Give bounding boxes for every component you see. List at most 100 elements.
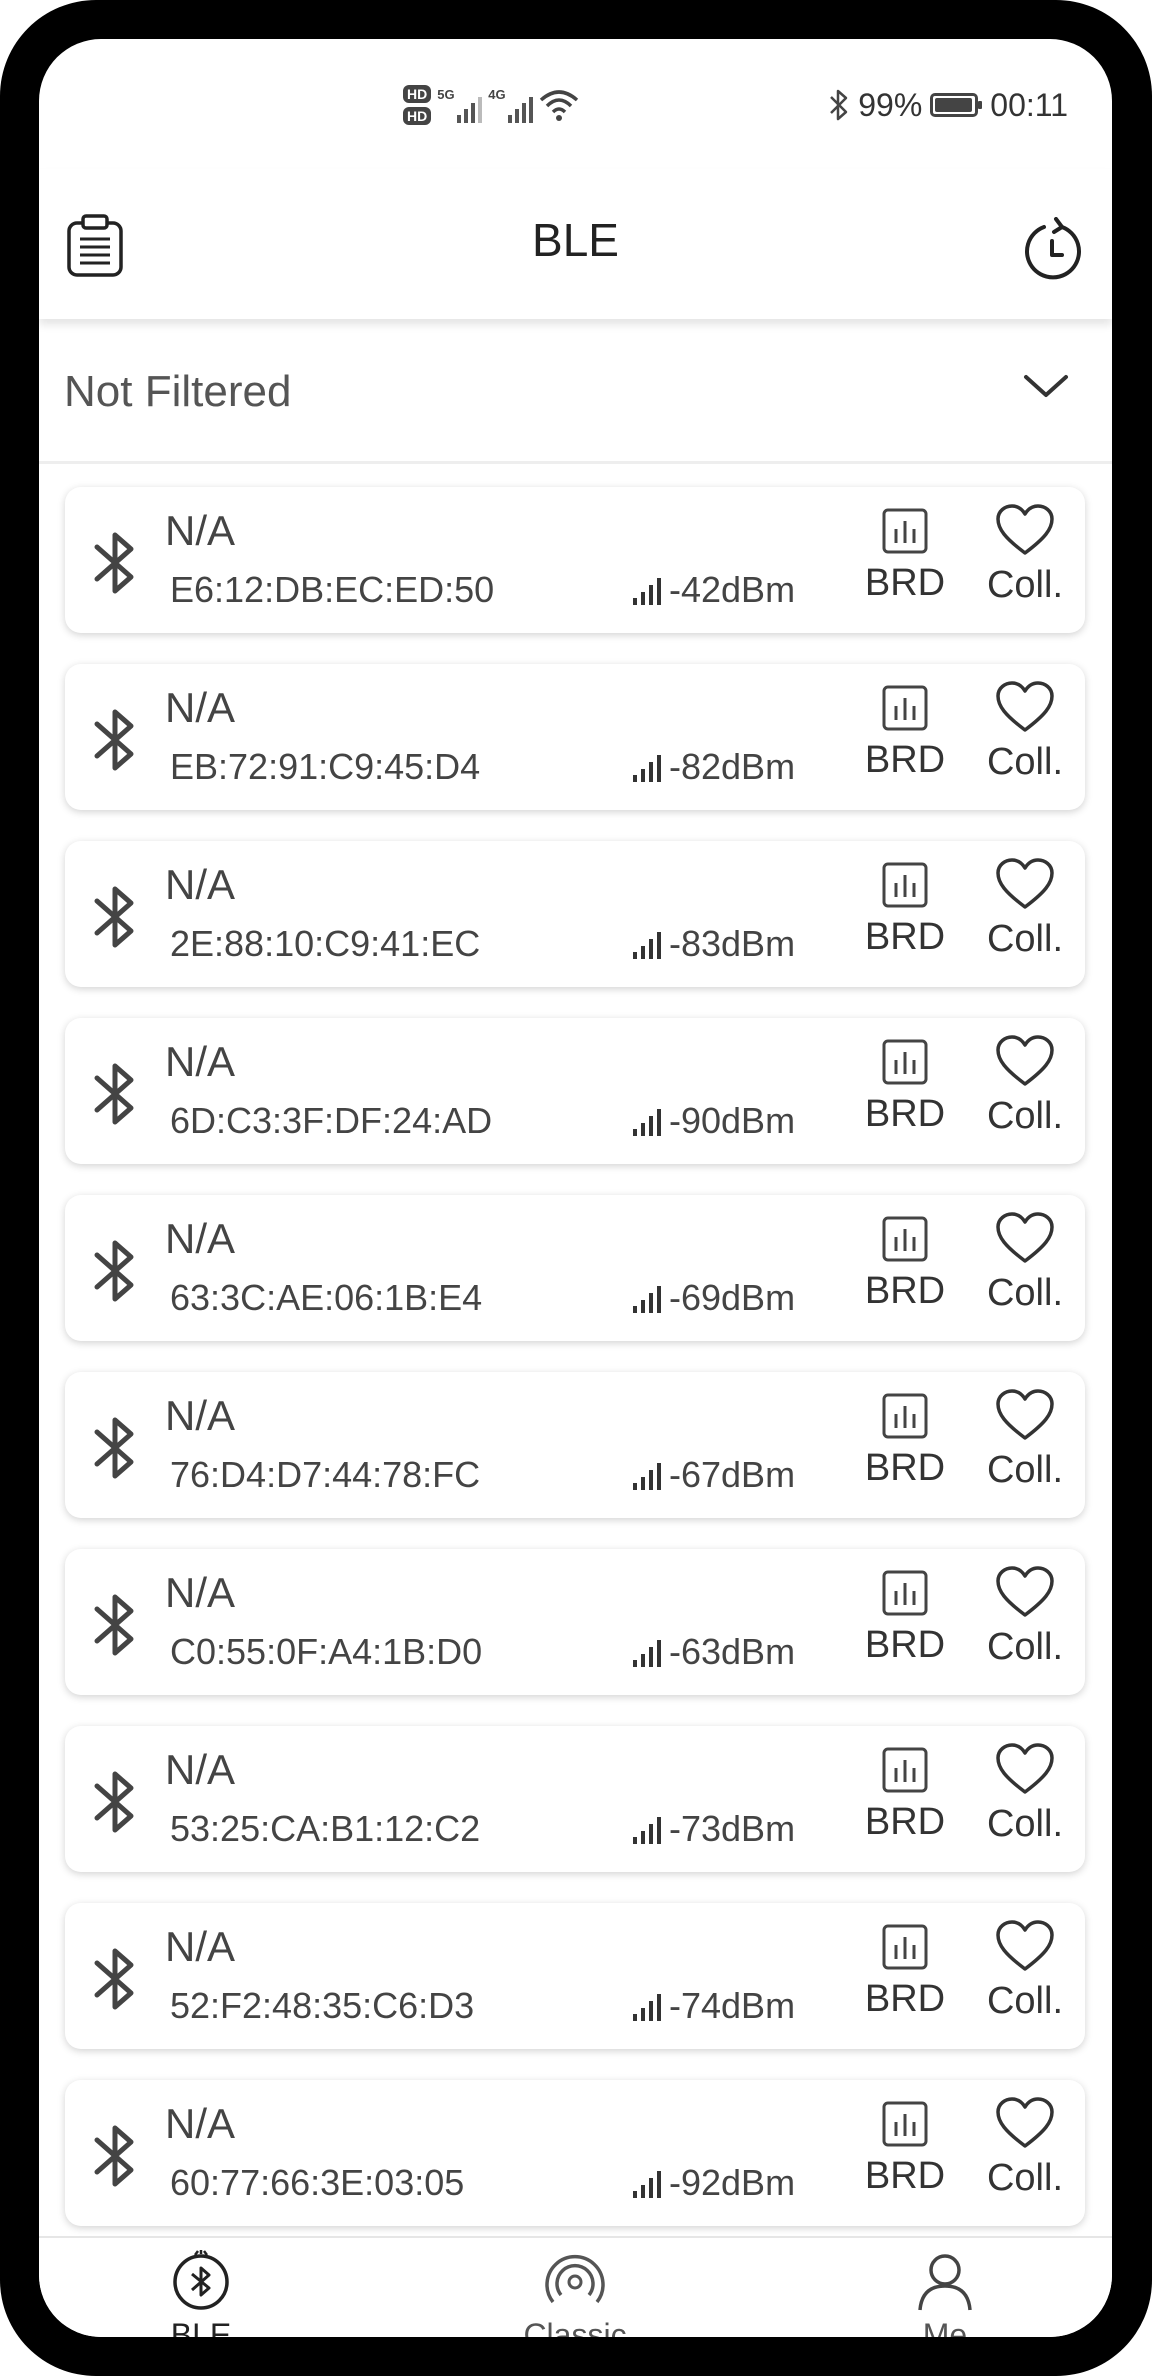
bluetooth-icon (91, 1768, 141, 1841)
broadcast-label: BRD (864, 1270, 946, 1312)
signal-icon (633, 1637, 661, 1667)
broadcast-button[interactable]: BRD (855, 1038, 955, 1148)
nav-item-me[interactable]: Me (865, 2250, 1025, 2337)
collect-button[interactable]: Coll. (975, 2096, 1075, 2210)
rssi-value: -92dBm (669, 2162, 796, 2203)
broadcast-button[interactable]: BRD (855, 507, 955, 617)
battery-percent: 99% (858, 86, 923, 123)
broadcast-label: BRD (864, 916, 946, 958)
device-card[interactable]: N/A 63:3C:AE:06:1B:E4 -69dBm BRD Coll. (65, 1195, 1085, 1341)
broadcast-label: BRD (864, 1978, 946, 2020)
hd1-badge: HD (403, 85, 432, 103)
broadcast-button[interactable]: BRD (855, 684, 955, 794)
heart-icon (996, 1212, 1054, 1263)
bar-chart-icon (882, 1570, 928, 1616)
bottom-nav: BLE Classic Me (39, 2236, 1112, 2337)
collect-button[interactable]: Coll. (975, 1388, 1075, 1502)
device-name: N/A (165, 1038, 236, 1085)
device-card[interactable]: N/A 60:77:66:3E:03:05 -92dBm BRD Coll. (65, 2080, 1085, 2226)
chevron-down-icon[interactable] (1022, 371, 1070, 406)
history-icon[interactable] (1022, 217, 1084, 288)
broadcast-button[interactable]: BRD (855, 1392, 955, 1502)
broadcast-button[interactable]: BRD (855, 1569, 955, 1679)
classic-signal-icon (545, 2255, 605, 2304)
heart-icon (996, 1035, 1054, 1086)
collect-label: Coll. (986, 1095, 1064, 1137)
collect-button[interactable]: Coll. (975, 1919, 1075, 2033)
bluetooth-icon (91, 1237, 141, 1310)
heart-icon (996, 1389, 1054, 1440)
signal-icon (633, 2168, 661, 2198)
app-header: BLE (39, 169, 1112, 319)
wifi-icon (540, 90, 579, 121)
bluetooth-icon (91, 706, 141, 779)
collect-button[interactable]: Coll. (975, 1211, 1075, 1325)
rssi-value: -42dBm (669, 569, 796, 610)
collect-button[interactable]: Coll. (975, 1742, 1075, 1856)
signal-5g-icon: 5G (437, 87, 483, 123)
page-title: BLE (532, 214, 619, 266)
broadcast-label: BRD (864, 1093, 946, 1135)
status-right: 99% 00:11 (828, 81, 1068, 129)
device-rssi: -83dBm (633, 923, 795, 965)
rssi-value: -69dBm (669, 1277, 796, 1318)
filter-dropdown[interactable]: Not Filtered (39, 319, 1112, 464)
device-card[interactable]: N/A 2E:88:10:C9:41:EC -83dBm BRD Coll. (65, 841, 1085, 987)
device-card[interactable]: N/A 76:D4:D7:44:78:FC -67dBm BRD Coll. (65, 1372, 1085, 1518)
device-card[interactable]: N/A 6D:C3:3F:DF:24:AD -90dBm BRD Coll. (65, 1018, 1085, 1164)
device-card[interactable]: N/A EB:72:91:C9:45:D4 -82dBm BRD Coll. (65, 664, 1085, 810)
device-card[interactable]: N/A C0:55:0F:A4:1B:D0 -63dBm BRD Coll. (65, 1549, 1085, 1695)
collect-button[interactable]: Coll. (975, 1565, 1075, 1679)
broadcast-label: BRD (864, 1801, 946, 1843)
device-rssi: -92dBm (633, 2162, 795, 2204)
device-mac: 52:F2:48:35:C6:D3 (170, 1985, 475, 2026)
signal-icon (633, 575, 661, 605)
collect-label: Coll. (986, 564, 1064, 606)
broadcast-button[interactable]: BRD (855, 2100, 955, 2210)
signal-icon (633, 1991, 661, 2021)
device-name: N/A (165, 1923, 236, 1970)
collect-label: Coll. (986, 1980, 1064, 2022)
bluetooth-icon (91, 1945, 141, 2018)
nav-item-ble[interactable]: BLE (121, 2250, 281, 2337)
collect-button[interactable]: Coll. (975, 503, 1075, 617)
device-list[interactable]: N/A E6:12:DB:EC:ED:50 -42dBm BRD Coll. N/A EB:… (39, 464, 1112, 2236)
collect-button[interactable]: Coll. (975, 857, 1075, 971)
device-rssi: -90dBm (633, 1100, 795, 1142)
status-left: HD HD 5G 4G (403, 77, 579, 133)
rssi-value: -90dBm (669, 1100, 796, 1141)
clock: 00:11 (990, 86, 1068, 123)
heart-icon (996, 504, 1054, 555)
bar-chart-icon (882, 1216, 928, 1262)
device-card[interactable]: N/A E6:12:DB:EC:ED:50 -42dBm BRD Coll. (65, 487, 1085, 633)
broadcast-label: BRD (864, 1447, 946, 1489)
broadcast-label: BRD (864, 1624, 946, 1666)
bluetooth-icon (91, 1414, 141, 1487)
hd-icon: HD HD (403, 85, 432, 125)
broadcast-button[interactable]: BRD (855, 1215, 955, 1325)
collect-label: Coll. (986, 741, 1064, 783)
signal-icon (633, 929, 661, 959)
device-name: N/A (165, 2100, 236, 2147)
collect-label: Coll. (986, 918, 1064, 960)
broadcast-button[interactable]: BRD (855, 861, 955, 971)
bar-chart-icon (882, 1747, 928, 1793)
nav-label-me: Me (922, 2317, 968, 2337)
device-card[interactable]: N/A 53:25:CA:B1:12:C2 -73dBm BRD Coll. (65, 1726, 1085, 1872)
rssi-value: -82dBm (669, 746, 796, 787)
collect-button[interactable]: Coll. (975, 1034, 1075, 1148)
broadcast-label: BRD (864, 2155, 946, 2197)
signal-icon (633, 752, 661, 782)
broadcast-button[interactable]: BRD (855, 1746, 955, 1856)
filter-label: Not Filtered (64, 367, 292, 416)
bar-chart-icon (882, 862, 928, 908)
collect-button[interactable]: Coll. (975, 680, 1075, 794)
bluetooth-icon (91, 1591, 141, 1664)
broadcast-button[interactable]: BRD (855, 1923, 955, 2033)
heart-icon (996, 681, 1054, 732)
nav-item-classic[interactable]: Classic (495, 2250, 655, 2337)
device-card[interactable]: N/A 52:F2:48:35:C6:D3 -74dBm BRD Coll. (65, 1903, 1085, 2049)
bluetooth-icon (91, 883, 141, 956)
rssi-value: -74dBm (669, 1985, 796, 2026)
person-icon (918, 2254, 972, 2311)
